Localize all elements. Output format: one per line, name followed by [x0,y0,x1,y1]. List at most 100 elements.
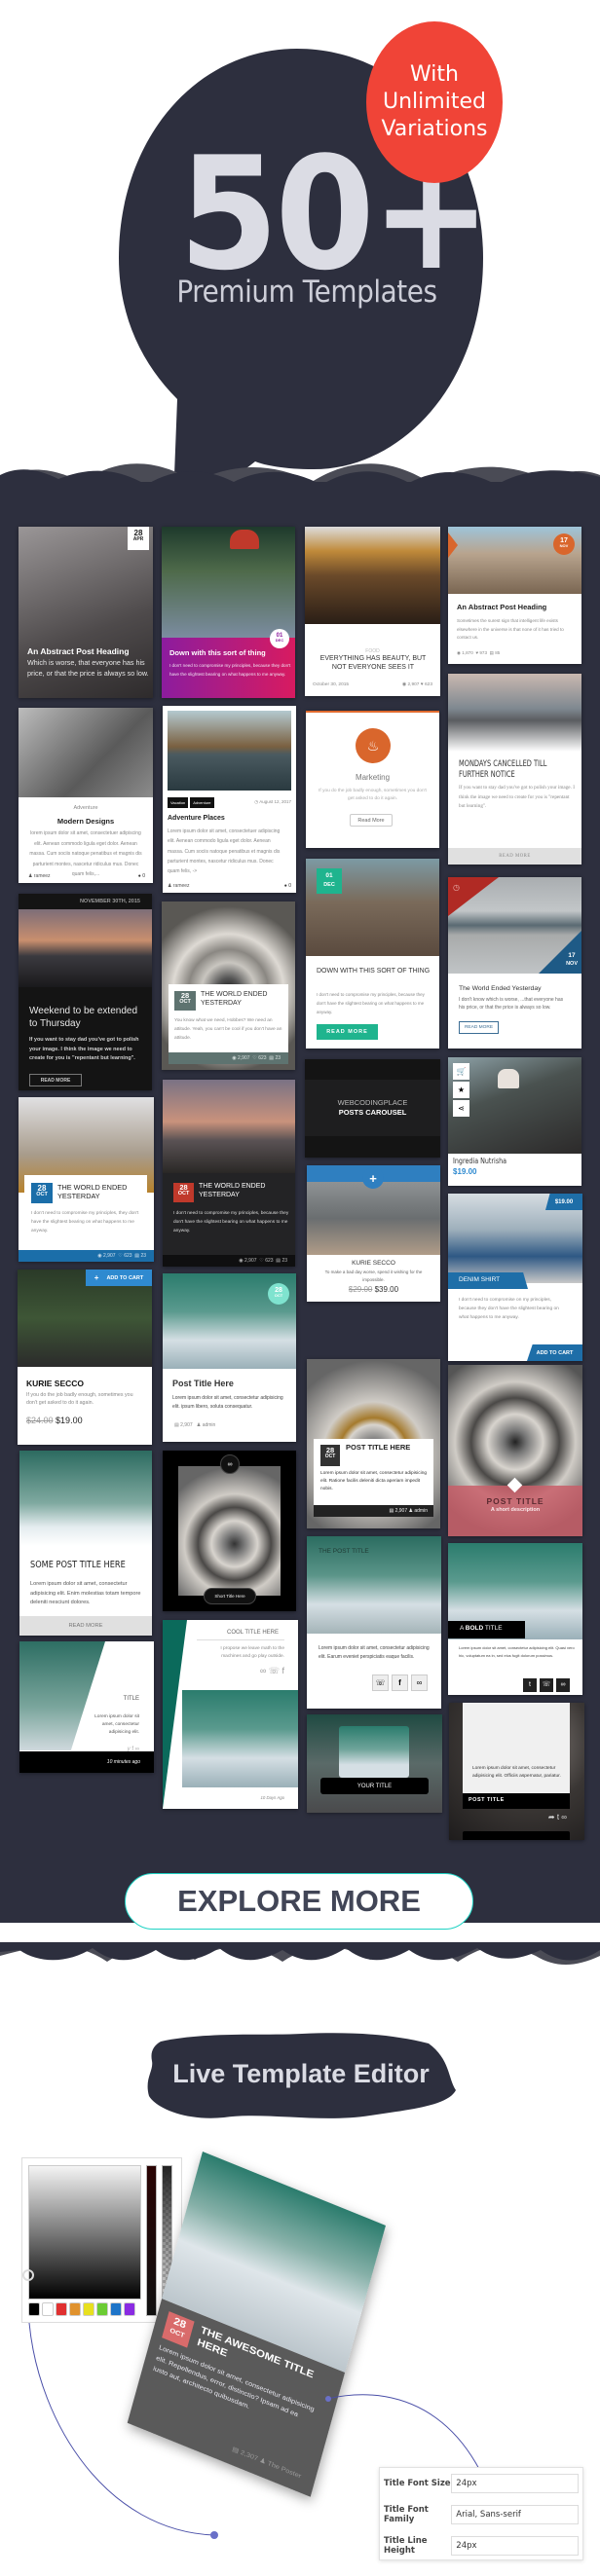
color-swatch[interactable] [28,2302,40,2316]
template-card-19[interactable]: + KURIE SECCO To make a bad day worse, s… [307,1165,440,1302]
card-date: October 30, 2015 [313,682,350,687]
time-bar: 10 minutes ago [19,1751,154,1773]
card-title: THE WORLD ENDED YESTERDAY [201,991,268,1007]
twitter-icon[interactable]: t [523,1678,537,1692]
template-card-14[interactable]: 28 OCT THE WORLD ENDED YESTERDAY I don't … [163,1080,295,1267]
author: ♟ rameez [168,883,190,889]
color-swatch[interactable] [124,2302,135,2316]
share-buttons: t ☏ ∞ [523,1678,570,1692]
template-card-12[interactable]: ◷ 17 NOV The World Ended Yesterday I don'… [448,877,581,1049]
color-picker-handle[interactable] [22,2269,34,2281]
template-card-26[interactable]: COOL TITLE HERE I propose we leave math … [163,1620,298,1809]
template-card-18[interactable]: 28 OCT Post Title Here Lorem ipsum dolor … [163,1273,296,1442]
color-swatch[interactable] [42,2302,54,2316]
color-swatch[interactable] [69,2302,81,2316]
link-icon[interactable]: ∞ [411,1674,428,1691]
color-swatch[interactable] [110,2302,122,2316]
card-text: I don't need to compromise my principles… [173,1211,289,1233]
whatsapp-icon[interactable]: ☏ [372,1674,389,1691]
product-title: DENIM SHIRT [448,1272,528,1289]
date-badge: 28 OCT [174,991,196,1011]
field-label: Title Font Size [384,2479,451,2488]
template-card-8[interactable]: MONDAYS CANCELLED TILL FURTHER NOTICE If… [448,674,581,865]
field-row: Title Line Height 24px [384,2536,579,2556]
color-swatch[interactable] [83,2302,94,2316]
template-card-24[interactable]: POST TITLE A short description [448,1365,582,1536]
card-image [178,1466,281,1596]
read-more-button[interactable]: READ MORE [19,1616,152,1636]
template-card-21[interactable]: SOME POST TITLE HERE Lorem ipsum dolor s… [19,1451,152,1636]
template-card-30[interactable]: Lorem ipsum dolor sit amet, consectetur … [449,1703,584,1840]
date-badge: 28 OCT [31,1183,53,1203]
template-card-9[interactable]: NOVEMBER 30TH, 2015 Weekend to be extend… [19,894,152,1090]
template-card-29[interactable]: YOUR TITLE [307,1714,442,1813]
share-icon[interactable]: ⋖ [453,1100,469,1117]
template-card-10[interactable]: 28 OCT THE WORLD ENDED YESTERDAY You know… [162,902,295,1070]
product-text: If you do the job badly enough, sometime… [26,1392,133,1406]
template-card-13[interactable]: 28 OCT THE WORLD ENDED YESTERDAY I don't … [19,1097,154,1262]
template-card-25[interactable]: TITLE Lorem ipsum dolor sit amet, consec… [19,1641,154,1773]
template-card-15[interactable]: WEBCODINGPLACE POSTS CAROUSEL [305,1059,440,1158]
title-line-height-input[interactable]: 24px [451,2536,579,2556]
color-gradient-area[interactable] [28,2165,141,2300]
add-button[interactable]: + [362,1167,384,1189]
whatsapp-icon[interactable]: ☏ [540,1678,553,1692]
template-card-16[interactable]: 🛒 ★ ⋖ Ingredia Nutrisha $19.00 [448,1057,581,1186]
stats-bar: ◉ 2,907 ♡ 623 ▤ 23 [163,1255,295,1267]
date-badge: 17 NOV [553,534,575,555]
field-label: Title Font Family [384,2505,429,2524]
card-title: MONDAYS CANCELLED TILL FURTHER NOTICE [459,759,547,780]
template-card-23[interactable]: 28 OCT POST TITLE HERE Lorem ipsum dolor … [307,1359,440,1528]
read-more-button[interactable]: READ MORE [29,1074,82,1086]
star-icon[interactable]: ★ [453,1082,469,1098]
share-icons[interactable]: ➦ t ∞ [548,1813,567,1822]
card-title: The World Ended Yesterday [459,985,542,992]
template-card-11[interactable]: 01 DEC DOWN WITH THIS SORT OF THING I don… [306,859,439,1049]
template-card-3[interactable]: FOOD EVERYTHING HAS BEAUTY, BUT NOT EVER… [305,527,440,696]
read-more-button[interactable]: READ MORE [317,1024,378,1040]
template-card-17[interactable]: + ADD TO CART KURIE SECCO If you do the j… [18,1270,152,1445]
title-font-size-input[interactable]: 24px [451,2474,579,2493]
template-card-20[interactable]: $19.00 DENIM SHIRT I don't need to compr… [448,1194,582,1361]
card-title: A BOLD TITLE [448,1621,525,1638]
card-text: I don't need to compromise my principles… [317,992,425,1014]
explore-more-button[interactable]: EXPLORE MORE [125,1873,473,1930]
tag[interactable]: Vacation [168,797,189,808]
template-card-27[interactable]: THE POST TITLE Lorem ipsum dolor sit ame… [307,1536,441,1709]
editor-title: Live Template Editor [172,2059,430,2088]
social-icons[interactable]: ∞ ☏ f [260,1666,284,1676]
title-font-family-input[interactable]: Arial, Sans-serif [451,2505,579,2524]
tag[interactable]: Adventure [190,797,214,808]
add-to-cart-button[interactable]: ADD TO CART [527,1344,582,1361]
add-to-cart-button[interactable]: + ADD TO CART [86,1270,152,1286]
read-more-button[interactable]: Read More [350,814,393,827]
comments-count: ● 0 [283,883,291,889]
template-preview: 28 OCT THE AWESOME TITLE HERE Lorem ipsum… [127,2152,429,2497]
template-card-7[interactable]: ♨ Marketing If you do the job badly enou… [306,711,439,848]
template-card-22[interactable]: ∞ Short Title Here [163,1451,296,1611]
facebook-icon[interactable]: f [392,1674,408,1691]
clock-icon: ◷ [453,883,460,892]
link-icon[interactable]: ∞ [220,1454,240,1474]
read-more-button[interactable]: READ MORE [448,848,581,865]
card-date: NOVEMBER 30TH, 2015 [79,899,140,904]
read-more-button[interactable]: READ MORE [459,1021,499,1034]
cart-icon[interactable]: 🛒 [453,1063,469,1080]
template-card-28[interactable]: A BOLD TITLE Lorem ipsum dolor sit amet,… [448,1543,582,1695]
date-badge: 28 OCT [173,1183,194,1202]
card-text: Lorem ipsum dolor sit amet, consectetuer… [168,828,281,875]
carousel-line1: WEBCODINGPLACE [337,1098,408,1107]
card-title: POST TITLE [486,1496,544,1506]
card-title: An Abstract Post Heading [27,646,130,656]
template-card-6[interactable]: Vacation Adventure ◷ August 12, 2017 Adv… [163,706,296,893]
card-title: THE WORLD ENDED YESTERDAY [57,1183,128,1201]
template-card-5[interactable]: Adventure Modern Designs lorem ipsum dol… [19,708,153,883]
template-card-1[interactable]: 28 APR An Abstract Post Heading Which is … [19,527,153,698]
link-icon[interactable]: ∞ [556,1678,570,1692]
color-swatch[interactable] [56,2302,67,2316]
color-swatch[interactable] [96,2302,108,2316]
card-title: Marketing [355,773,391,782]
hat-decoration [230,530,259,549]
template-card-2[interactable]: 01 DEC Down with this sort of thing I don… [162,527,295,698]
template-card-4[interactable]: 17 NOV An Abstract Post Heading Sometimes… [448,527,581,664]
